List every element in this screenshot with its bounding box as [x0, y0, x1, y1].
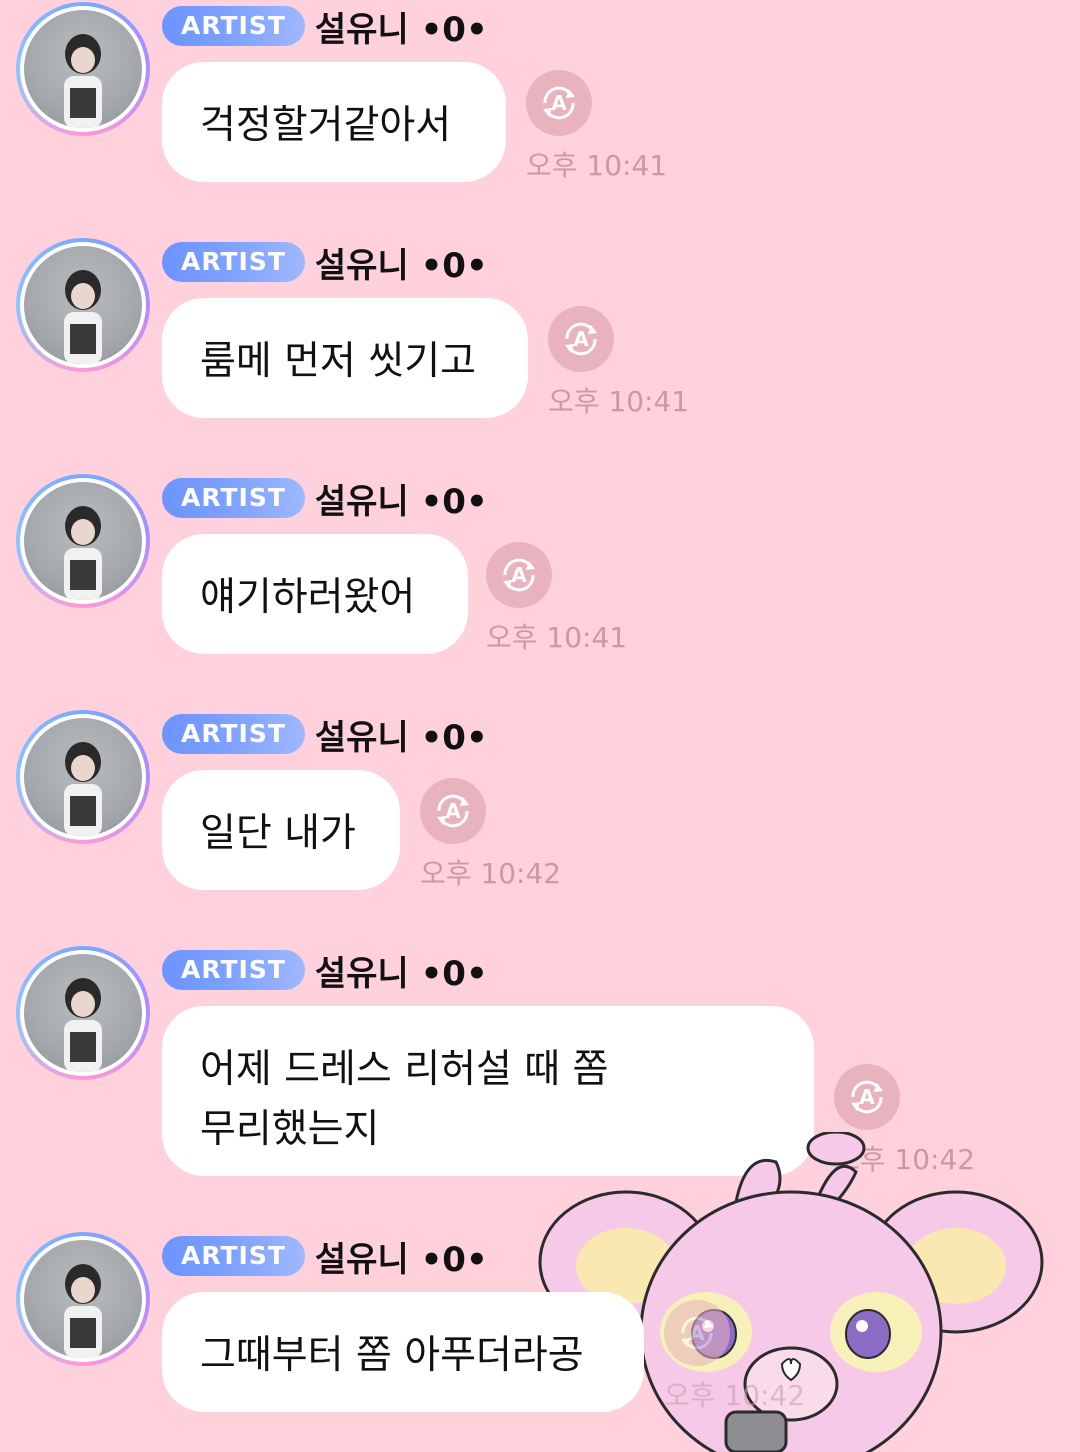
svg-text:A: A	[445, 799, 461, 823]
sender-name[interactable]: 설유니 •0•	[315, 2, 488, 51]
message-bubble[interactable]: 얘기하러왔어	[162, 534, 468, 654]
message-bubble[interactable]: 룸메 먼저 씻기고	[162, 298, 528, 418]
avatar[interactable]	[16, 474, 150, 608]
translate-button[interactable]: A	[834, 1064, 900, 1130]
avatar[interactable]	[16, 710, 150, 844]
artist-badge: ARTIST	[162, 714, 305, 754]
svg-text:A: A	[859, 1085, 875, 1109]
translate-a-icon: A	[543, 86, 575, 120]
sender-name[interactable]: 설유니 •0•	[315, 474, 488, 523]
translate-a-icon: A	[437, 794, 469, 828]
message-time: 오후 10:41	[526, 149, 668, 182]
message-time: 오후 10:42	[420, 857, 562, 890]
artist-badge: ARTIST	[162, 1236, 305, 1276]
avatar[interactable]	[16, 2, 150, 136]
svg-text:A: A	[573, 327, 589, 351]
artist-badge: ARTIST	[162, 242, 305, 282]
message-bubble[interactable]: 걱정할거같아서	[162, 62, 506, 182]
svg-text:A: A	[689, 1321, 705, 1345]
message-time: 오후 10:41	[548, 385, 690, 418]
avatar[interactable]	[16, 238, 150, 372]
sender-name[interactable]: 설유니 •0•	[315, 238, 488, 287]
message-time: 오후 10:41	[486, 621, 628, 654]
message-bubble[interactable]: 그때부터 쫌 아푸더라공	[162, 1292, 644, 1412]
sender-name[interactable]: 설유니 •0•	[315, 1232, 488, 1281]
translate-a-icon: A	[851, 1080, 883, 1114]
translate-button[interactable]: A	[486, 542, 552, 608]
avatar[interactable]	[16, 1232, 150, 1366]
translate-a-icon: A	[503, 558, 535, 592]
sender-name[interactable]: 설유니 •0•	[315, 946, 488, 995]
artist-badge: ARTIST	[162, 6, 305, 46]
chat-thread: ARTIST 설유니 •0• 걱정할거같아서 A 오후 10:41 ARTIST…	[0, 0, 1080, 1452]
translate-button[interactable]: A	[526, 70, 592, 136]
svg-text:A: A	[551, 91, 567, 115]
translate-button[interactable]: A	[420, 778, 486, 844]
translate-a-icon: A	[681, 1316, 713, 1350]
sender-name[interactable]: 설유니 •0•	[315, 710, 488, 759]
translate-button[interactable]: A	[664, 1300, 730, 1366]
message-bubble[interactable]: 일단 내가	[162, 770, 400, 890]
translate-button[interactable]: A	[548, 306, 614, 372]
message-time: 오후 10:42	[664, 1379, 806, 1412]
artist-badge: ARTIST	[162, 478, 305, 518]
translate-a-icon: A	[565, 322, 597, 356]
artist-badge: ARTIST	[162, 950, 305, 990]
svg-text:A: A	[511, 563, 527, 587]
avatar[interactable]	[16, 946, 150, 1080]
